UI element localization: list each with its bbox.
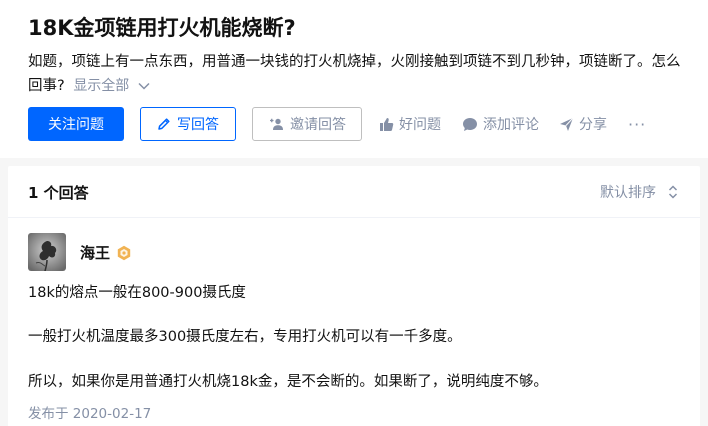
add-comment-label: 添加评论 — [483, 117, 539, 133]
sort-icon — [668, 185, 678, 199]
invite-icon — [268, 117, 284, 131]
show-all-button[interactable]: 显示全部 — [73, 78, 150, 94]
sort-dropdown[interactable]: 默认排序 — [600, 182, 678, 202]
write-answer-button[interactable]: 写回答 — [140, 107, 236, 141]
share-icon — [559, 117, 574, 132]
follow-question-label: 关注问题 — [48, 117, 104, 133]
invite-answer-label: 邀请回答 — [290, 117, 346, 133]
sort-label: 默认排序 — [600, 185, 656, 201]
more-actions-button[interactable]: ··· — [628, 107, 646, 141]
answer-count: 1 个回答 — [28, 184, 89, 202]
share-label: 分享 — [579, 117, 607, 133]
publish-date[interactable]: 发布于 2020-02-17 — [28, 402, 151, 422]
follow-question-button[interactable]: 关注问题 — [28, 107, 124, 141]
question-title: 18K金项链用打火机能烧断? — [28, 16, 296, 40]
good-question-label: 好问题 — [399, 117, 441, 133]
chevron-down-icon — [138, 74, 150, 98]
answer-paragraph: 18k的熔点一般在800-900摄氏度 — [28, 285, 246, 301]
share-button[interactable]: 分享 — [559, 107, 607, 141]
author-avatar[interactable] — [28, 233, 66, 271]
comment-icon — [462, 117, 478, 132]
invite-answer-button[interactable]: 邀请回答 — [252, 107, 362, 141]
answers-section: 1 个回答 默认排序 海王 18k的熔点一般在800-900摄氏度 一般打火机温… — [8, 166, 700, 426]
write-answer-label: 写回答 — [177, 117, 219, 133]
answer-paragraph: 所以，如果你是用普通打火机烧18k金，是不会断的。如果断了，说明纯度不够。 — [28, 374, 548, 390]
more-icon: ··· — [628, 114, 647, 134]
pen-icon — [157, 117, 171, 131]
answer-paragraph: 一般打火机温度最多300摄氏度左右，专用打火机可以有一千多度。 — [28, 329, 462, 345]
question-detail: 如题，项链上有一点东西，用普通一块钱的打火机烧掉，火刚接触到项链不到几秒钟，项链… — [28, 50, 692, 98]
show-all-label: 显示全部 — [73, 78, 130, 94]
answers-header: 1 个回答 默认排序 — [8, 166, 700, 218]
add-comment-button[interactable]: 添加评论 — [462, 107, 539, 141]
good-question-button[interactable]: 好问题 — [379, 107, 441, 141]
author-name-link[interactable]: 海王 — [80, 242, 132, 263]
badge-icon — [116, 245, 132, 261]
thumb-up-icon — [379, 117, 394, 132]
question-header: 18K金项链用打火机能烧断? 如题，项链上有一点东西，用普通一块钱的打火机烧掉，… — [0, 0, 708, 158]
question-actions: 关注问题 写回答 邀请回答 好问题 添加评论 分享 ··· — [28, 107, 698, 141]
author-name: 海王 — [80, 244, 111, 262]
